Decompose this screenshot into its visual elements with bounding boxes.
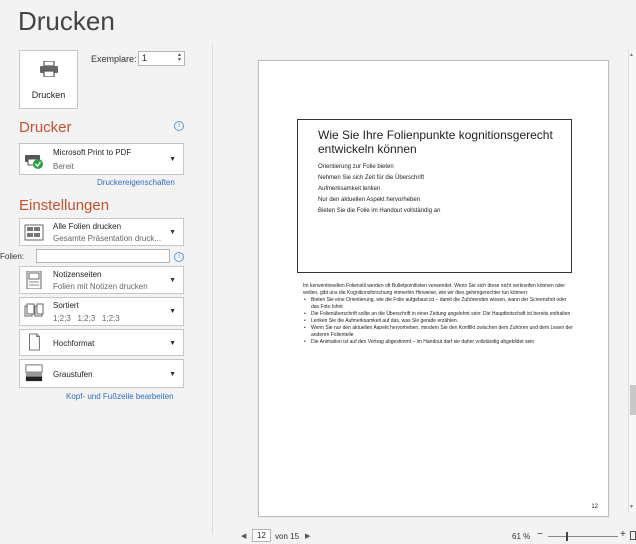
printer-dropdown[interactable]: Microsoft Print to PDF Bereit ▼ [19, 143, 184, 175]
slide-bullet: Nehmen Sie sich Zeit für die Überschrift [318, 175, 425, 181]
notes-page-icon [26, 271, 42, 289]
color-dropdown[interactable]: Graustufen ▼ [19, 359, 184, 388]
page-title: Drucken [18, 6, 115, 36]
scroll-up-icon[interactable]: ▲ [629, 52, 634, 58]
zoom-slider[interactable] [548, 536, 618, 537]
chevron-down-icon: ▼ [169, 371, 176, 378]
notes-intro: Im konventionellen Folienstil werden oft… [303, 283, 566, 296]
notes-bullet: Lenken Sie die Aufmerksamkeit auf das, w… [303, 318, 573, 325]
slides-icon [24, 224, 44, 241]
speaker-notes: Im konventionellen Folienstil werden oft… [303, 283, 573, 346]
page-count-label: von 15 [275, 532, 300, 541]
preview-scrollbar[interactable]: ▲ ▼ [628, 50, 636, 512]
color-title: Graustufen [53, 370, 93, 379]
grayscale-icon [25, 364, 43, 382]
info-icon[interactable]: i [174, 121, 184, 131]
slide-bullet: Nur den aktuellen Aspekt hervorheben [318, 197, 421, 203]
printer-icon [40, 61, 58, 77]
copies-input[interactable]: 1 ▲ ▼ [138, 51, 185, 66]
zoom-out-button[interactable]: − [537, 529, 543, 540]
notes-bullet: Die Folienüberschrift sollte an die Über… [303, 311, 573, 318]
next-page-icon[interactable]: ▶ [305, 532, 310, 540]
slides-range-title: Alle Folien drucken [53, 222, 122, 231]
chevron-down-icon: ▼ [169, 308, 176, 315]
printer-ready-icon [25, 155, 43, 169]
print-button-label: Drucken [31, 90, 66, 100]
layout-subtitle: Folien mit Notizen drucken [53, 282, 148, 291]
notes-bullet: Bieten Sie eine Orientierung, wie die Fo… [303, 297, 573, 311]
printer-properties-link[interactable]: Druckereigenschaften [97, 178, 175, 187]
previous-page-icon[interactable]: ◀ [241, 532, 246, 540]
collate-subtitle: 1;2;3 1;2;3 1;2;3 [53, 314, 120, 323]
slides-field-label: Folien: [0, 252, 25, 261]
collate-title: Sortiert [53, 301, 79, 310]
copies-value: 1 [142, 53, 148, 63]
collate-icon [24, 303, 44, 317]
slides-field-input[interactable] [36, 249, 170, 263]
current-page-input[interactable]: 12 [252, 529, 271, 542]
chevron-down-icon: ▼ [169, 340, 176, 347]
fit-to-window-icon[interactable] [630, 531, 636, 540]
print-button[interactable]: Drucken [19, 50, 78, 109]
printer-heading: Drucker [19, 119, 72, 136]
settings-heading: Einstellungen [19, 197, 110, 214]
slide-title: Wie Sie Ihre Folienpunkte kognitionsgere… [318, 128, 553, 156]
print-preview-page: Wie Sie Ihre Folienpunkte kognitionsgere… [258, 60, 609, 517]
panel-divider [212, 44, 213, 534]
slide-bullet: Orientierung zur Folie bieten [318, 164, 394, 170]
copies-label: Exemplare: [91, 54, 137, 64]
zoom-slider-thumb[interactable] [566, 532, 568, 541]
zoom-in-button[interactable]: + [620, 529, 626, 540]
slide-thumbnail: Wie Sie Ihre Folienpunkte kognitionsgere… [297, 119, 572, 273]
scroll-down-icon[interactable]: ▼ [629, 504, 634, 510]
notes-bullet-list: Bieten Sie eine Orientierung, wie die Fo… [303, 297, 573, 346]
slides-range-dropdown[interactable]: Alle Folien drucken Gesamte Präsentation… [19, 218, 184, 246]
layout-title: Notizenseiten [53, 270, 102, 279]
orientation-dropdown[interactable]: Hochformat ▼ [19, 329, 184, 356]
zoom-percent[interactable]: 61 % [512, 532, 530, 541]
copies-spinner[interactable]: ▲ ▼ [177, 53, 182, 63]
slide-bullet-list: Orientierung zur Folie bieten Nehmen Sie… [318, 162, 440, 217]
chevron-down-icon: ▼ [169, 156, 176, 163]
slides-range-subtitle: Gesamte Präsentation druck... [53, 234, 162, 243]
notes-bullet: Die Animation ist auf den Vortrag abgest… [303, 339, 573, 346]
chevron-down-icon: ▼ [169, 277, 176, 284]
slide-bullet: Bieten Sie die Folie im Handout vollstän… [318, 208, 441, 214]
collate-dropdown[interactable]: Sortiert 1;2;3 1;2;3 1;2;3 ▼ [19, 297, 184, 326]
slide-bullet: Aufmerksamkeit lenken [318, 186, 381, 192]
scrollbar-thumb[interactable] [630, 385, 636, 415]
header-footer-link[interactable]: Kopf- und Fußzeile bearbeiten [66, 392, 174, 401]
printer-name: Microsoft Print to PDF [53, 148, 132, 157]
printer-status: Bereit [53, 162, 74, 171]
preview-page-number: 12 [591, 504, 598, 510]
info-icon[interactable]: i [174, 252, 184, 262]
layout-dropdown[interactable]: Notizenseiten Folien mit Notizen drucken… [19, 266, 184, 294]
portrait-icon [29, 333, 40, 351]
chevron-down-icon: ▼ [169, 229, 176, 236]
notes-bullet: Wenn Sie nur den aktuellen Aspekt hervor… [303, 325, 573, 339]
orientation-title: Hochformat [53, 339, 95, 348]
